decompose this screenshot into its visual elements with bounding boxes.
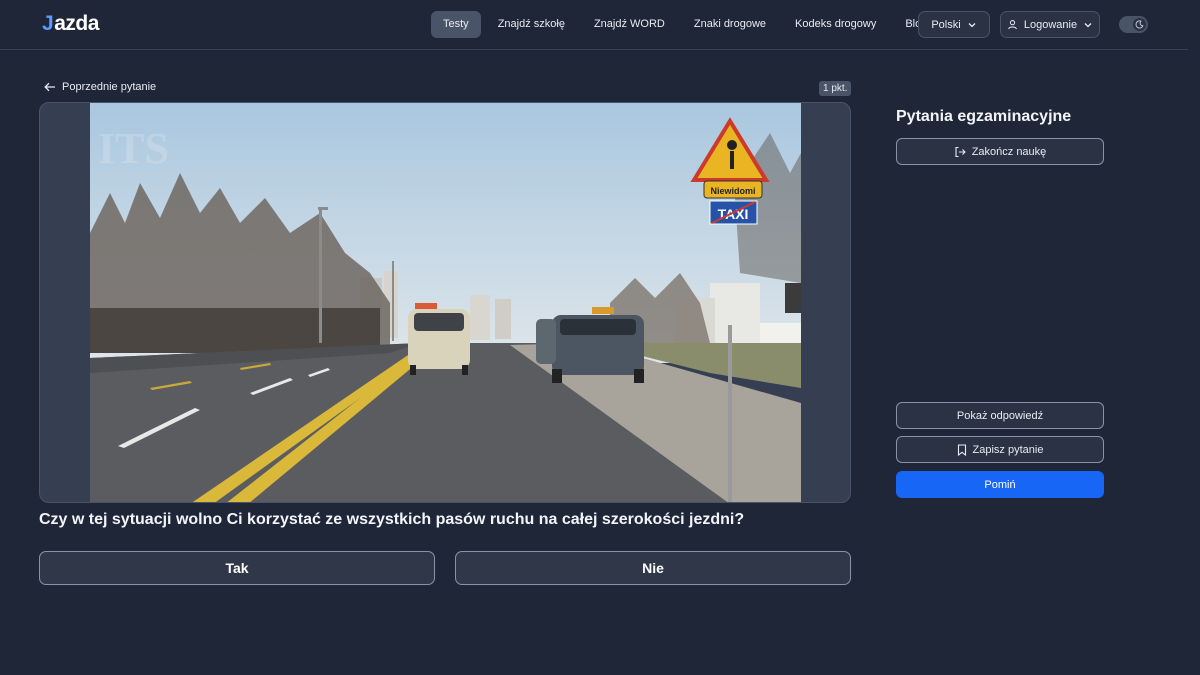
skip-button[interactable]: Pomiń (896, 471, 1104, 498)
logout-icon (955, 146, 966, 157)
language-dropdown[interactable]: Polski (918, 11, 990, 38)
login-label: Logowanie (1023, 18, 1078, 31)
question-media: Niewidomi TAXI ITS (39, 102, 851, 503)
nav-item-znajdz-word[interactable]: Znajdź WORD (582, 11, 677, 38)
logo-text: azda (54, 12, 99, 35)
svg-text:ITS: ITS (98, 124, 169, 173)
nav-item-znajdz-szkole[interactable]: Znajdź szkołę (486, 11, 577, 38)
login-dropdown[interactable]: Logowanie (1000, 11, 1100, 38)
nav-item-kodeks-drogowy[interactable]: Kodeks drogowy (783, 11, 888, 38)
user-icon (1008, 20, 1017, 30)
skip-label: Pomiń (984, 478, 1016, 491)
previous-question-label: Poprzednie pytanie (62, 81, 157, 93)
language-label: Polski (931, 18, 961, 31)
bookmark-icon (957, 443, 966, 456)
sidebar-title: Pytania egzaminacyjne (896, 108, 1072, 125)
moon-icon (1133, 18, 1146, 31)
question-text: Czy w tej sytuacji wolno Ci korzystać ze… (39, 511, 745, 528)
end-learning-label: Zakończ naukę (971, 145, 1047, 158)
show-answer-label: Pokaż odpowiedź (956, 409, 1044, 422)
show-answer-button[interactable]: Pokaż odpowiedź (896, 402, 1104, 429)
save-question-label: Zapisz pytanie (972, 443, 1044, 456)
save-question-button[interactable]: Zapisz pytanie (896, 436, 1104, 463)
road-scene-image: Niewidomi TAXI ITS (90, 103, 801, 502)
top-header: Jazda Testy Znajdź szkołę Znajdź WORD Zn… (0, 0, 1188, 50)
logo-mark: J (42, 12, 54, 35)
points-badge: 1 pkt. (819, 81, 852, 96)
arrow-left-icon (44, 82, 55, 92)
nav-item-znaki-drogowe[interactable]: Znaki drogowe (682, 11, 778, 38)
end-learning-button[interactable]: Zakończ naukę (896, 138, 1104, 165)
chevron-down-icon (968, 22, 976, 27)
answer-yes-button[interactable]: Tak (39, 551, 435, 585)
theme-toggle[interactable] (1119, 16, 1148, 33)
sign-text-niewidomi: Niewidomi (710, 186, 755, 196)
logo[interactable]: Jazda (42, 12, 99, 36)
main-nav: Testy Znajdź szkołę Znajdź WORD Znaki dr… (431, 11, 939, 38)
chevron-down-icon (1084, 22, 1092, 27)
previous-question-link[interactable]: Poprzednie pytanie (44, 81, 156, 93)
answer-no-button[interactable]: Nie (455, 551, 851, 585)
nav-item-testy[interactable]: Testy (431, 11, 481, 38)
